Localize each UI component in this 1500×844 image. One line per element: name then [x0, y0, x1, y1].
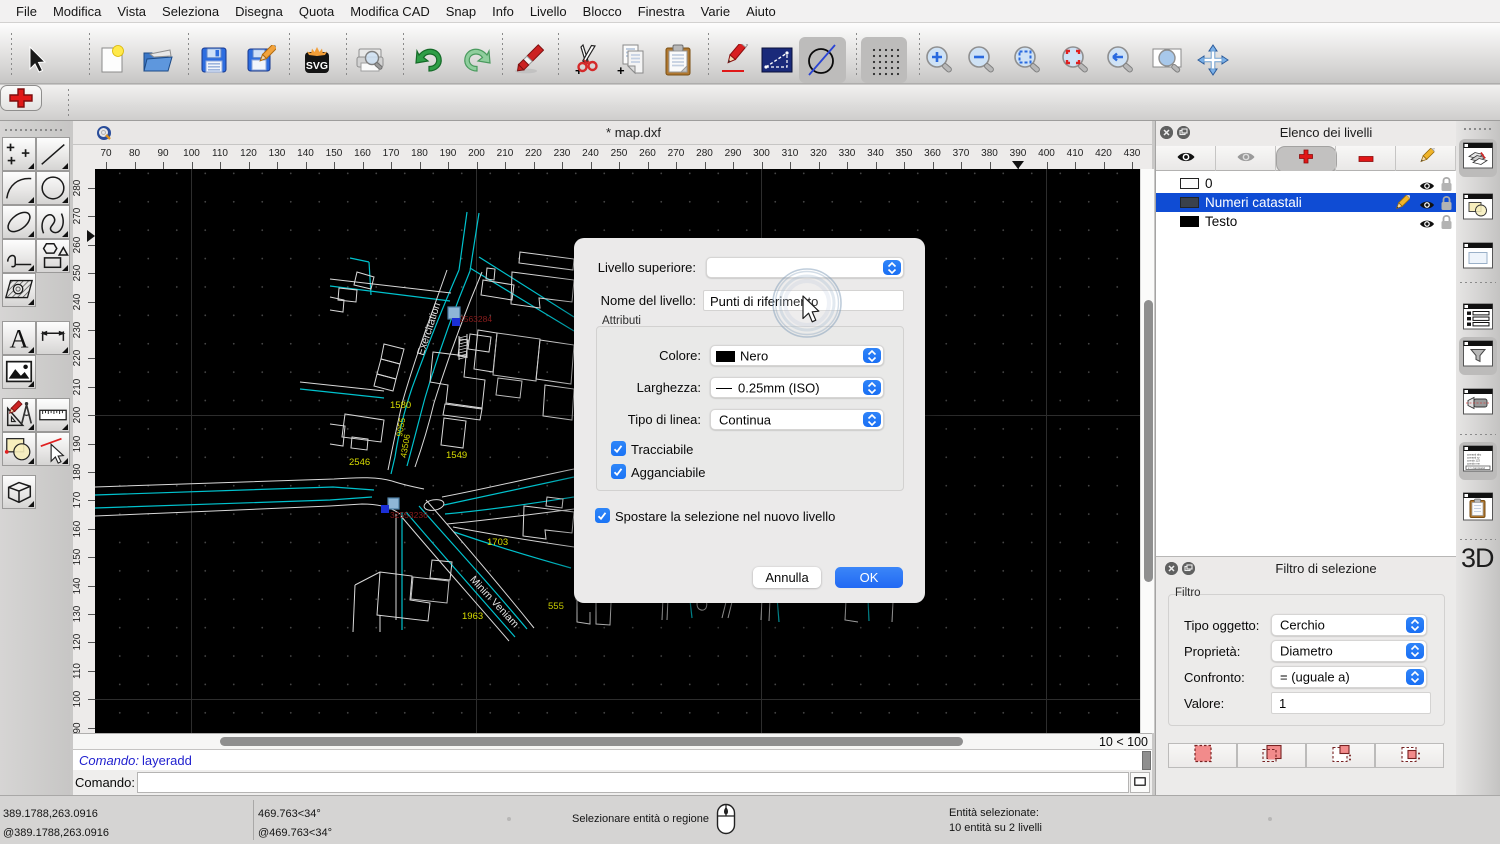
svg-text:comdo nnn: comdo nnn: [1467, 462, 1480, 466]
svg-text:2563284: 2563284: [459, 314, 492, 324]
svg-text:1549: 1549: [446, 450, 467, 461]
svg-text:A: A: [9, 324, 28, 353]
svg-text:1580: 1580: [390, 400, 411, 411]
svg-text:SVG: SVG: [306, 60, 328, 72]
svg-text:2546: 2546: [349, 457, 370, 468]
svg-text:+: +: [617, 63, 625, 77]
svg-text:1703: 1703: [487, 537, 508, 548]
svg-text:32553236: 32553236: [390, 510, 428, 520]
svg-text:555: 555: [548, 601, 564, 612]
svg-text:1963: 1963: [462, 611, 483, 622]
svg-text:Exercitation: Exercitation: [415, 301, 443, 357]
svg-text:c > command: c > command: [1468, 466, 1485, 470]
